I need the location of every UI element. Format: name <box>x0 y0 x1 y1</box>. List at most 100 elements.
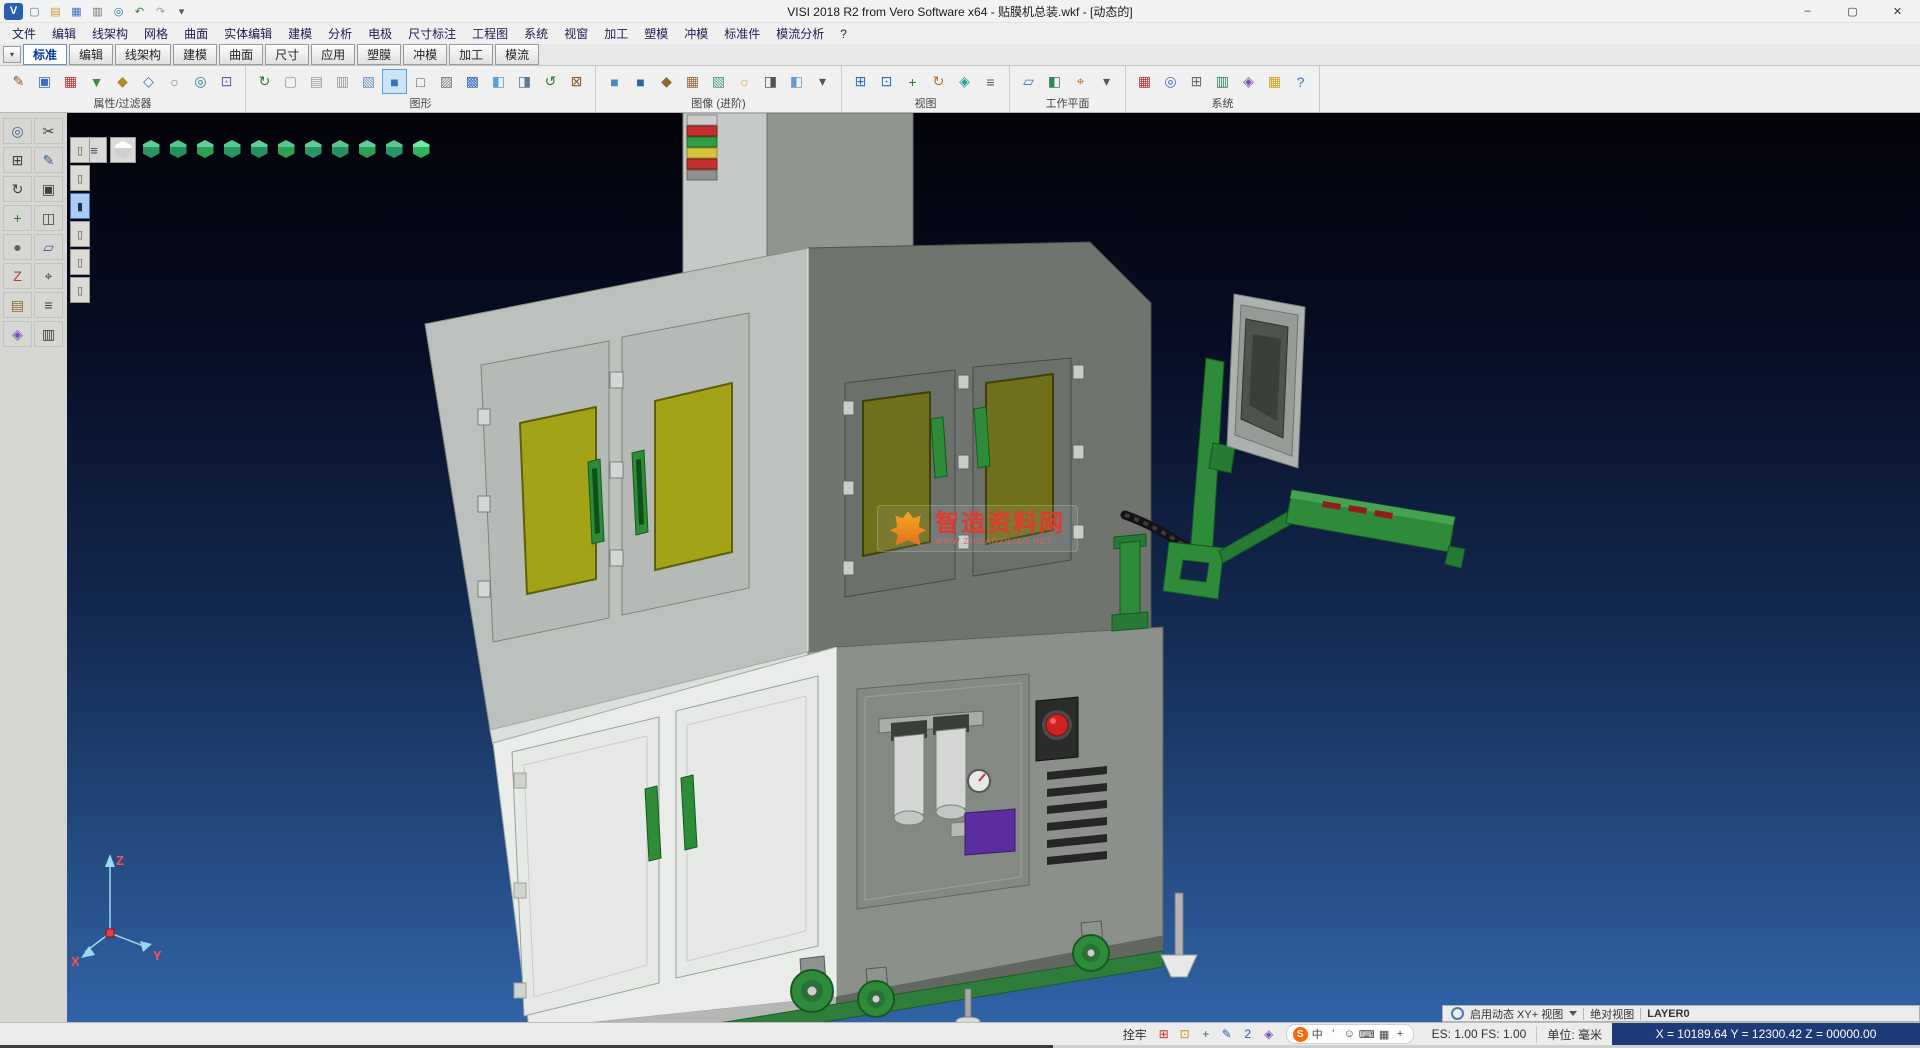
menu-item-18[interactable]: 模流分析 <box>768 23 832 44</box>
viewport-split-2-button[interactable]: ▤ <box>304 69 329 94</box>
section-mode-button[interactable]: ◨ <box>512 69 537 94</box>
workplane-xy-button[interactable]: ▱ <box>1016 69 1041 94</box>
color-table-button[interactable]: ▦ <box>58 69 83 94</box>
snap-settings-button[interactable]: ⊞ <box>1155 1025 1173 1043</box>
menu-item-7[interactable]: 建模 <box>280 23 320 44</box>
background-image-button[interactable]: ▧ <box>706 69 731 94</box>
view-top-button[interactable] <box>274 137 298 161</box>
z-level-tool-button[interactable]: Z <box>3 263 32 289</box>
ime-toolbox-button[interactable]: + <box>1394 1027 1407 1042</box>
maximize-button[interactable]: ▢ <box>1830 0 1875 22</box>
plot-preview-button[interactable]: ◎ <box>109 3 128 20</box>
shadows-button[interactable]: ◨ <box>758 69 783 94</box>
attribute-edit-button[interactable]: ✎ <box>6 69 31 94</box>
menu-item-5[interactable]: 曲面 <box>176 23 216 44</box>
menu-item-14[interactable]: 加工 <box>596 23 636 44</box>
reflections-button[interactable]: ◧ <box>784 69 809 94</box>
ime-lang-button[interactable]: 中 <box>1311 1027 1324 1042</box>
lighting-button[interactable]: ○ <box>732 69 757 94</box>
display-slot-2-button[interactable]: ▯ <box>70 165 90 191</box>
display-slot-6-button[interactable]: ▯ <box>70 277 90 303</box>
view-manager-button[interactable]: ≡ <box>978 69 1003 94</box>
minimize-button[interactable]: – <box>1785 0 1830 22</box>
display-slot-5-button[interactable]: ▯ <box>70 249 90 275</box>
zoom-tool-button[interactable]: ◎ <box>3 118 32 144</box>
system-settings-button[interactable]: ◎ <box>1158 69 1183 94</box>
isometric-view-button[interactable]: ◈ <box>952 69 977 94</box>
ribbon-tab-5[interactable]: 曲面 <box>219 44 263 65</box>
menu-item-10[interactable]: 尺寸标注 <box>400 23 464 44</box>
menu-item-11[interactable]: 工程图 <box>464 23 516 44</box>
menu-item-13[interactable]: 视窗 <box>556 23 596 44</box>
mirror-tool-button[interactable]: ◫ <box>34 205 63 231</box>
shaded-edges-mode-button[interactable]: ▩ <box>460 69 485 94</box>
calculator-button[interactable]: ⊞ <box>1184 69 1209 94</box>
shaded-mode-button[interactable]: ■ <box>382 69 407 94</box>
view-iso-2-button[interactable] <box>328 137 352 161</box>
transparency-mode-button[interactable]: ◧ <box>486 69 511 94</box>
dynamic-view-dropdown[interactable]: 启用动态 XY+ 视图 <box>1470 1006 1563 1022</box>
dynamic-rotate-button[interactable]: ↺ <box>538 69 563 94</box>
workplane-3point-button[interactable]: ⌖ <box>1068 69 1093 94</box>
rotate-tool-button[interactable]: ↻ <box>3 176 32 202</box>
ime-keyboard-button[interactable]: ⌨ <box>1359 1027 1375 1042</box>
edit-mode-button[interactable]: ✎ <box>1218 1025 1236 1043</box>
ribbon-tab-9[interactable]: 冲模 <box>403 44 447 65</box>
redraw-button[interactable]: ↻ <box>252 69 277 94</box>
workplane-list-button[interactable]: ▾ <box>1094 69 1119 94</box>
align-tool-button[interactable]: ≡ <box>34 292 63 318</box>
ribbon-tab-6[interactable]: 尺寸 <box>265 44 309 65</box>
menu-item-2[interactable]: 编辑 <box>44 23 84 44</box>
menu-item-1[interactable]: 文件 <box>4 23 44 44</box>
ime-emoji-button[interactable]: ☺ <box>1343 1027 1356 1042</box>
ribbon-tab-3[interactable]: 线架构 <box>115 44 171 65</box>
view-iso-button[interactable] <box>139 137 163 161</box>
sogou-logo-button[interactable]: S <box>1293 1027 1308 1042</box>
render-flat-button[interactable]: ■ <box>602 69 627 94</box>
filter-surfaces-button[interactable]: ◇ <box>136 69 161 94</box>
snap-grid-tool-button[interactable]: ⊞ <box>3 147 32 173</box>
view-wireframe-button[interactable] <box>110 137 136 163</box>
wireframe-mode-button[interactable]: □ <box>408 69 433 94</box>
menu-item-6[interactable]: 实体编辑 <box>216 23 280 44</box>
redo-button[interactable]: ↷ <box>151 3 170 20</box>
view-front-button[interactable] <box>166 137 190 161</box>
view-iso-3-button[interactable] <box>355 137 379 161</box>
textures-button[interactable]: ▦ <box>680 69 705 94</box>
viewport-3d[interactable]: Z X Y ≡ ▯▯▮▯▯▯ 智造资料网 WWW.ZHIZAOZILIAO.NE… <box>67 113 1920 1022</box>
layer-manager-button[interactable]: ▦ <box>1132 69 1157 94</box>
menu-item-16[interactable]: 冲模 <box>676 23 716 44</box>
view-iso-4-button[interactable] <box>382 137 406 161</box>
copy-tool-button[interactable]: ▣ <box>34 176 63 202</box>
sphere-tool-button[interactable]: ● <box>3 234 32 260</box>
ime-skin-button[interactable]: ▦ <box>1378 1027 1391 1042</box>
lock-label[interactable]: 拴牢 <box>1115 1026 1155 1043</box>
new-file-button[interactable]: ▢ <box>25 3 44 20</box>
ime-punct-button[interactable]: ’ <box>1327 1027 1340 1042</box>
display-slot-1-button[interactable]: ▯ <box>70 137 90 163</box>
visi-logo[interactable]: V <box>4 3 23 20</box>
move-tool-button[interactable]: + <box>3 205 32 231</box>
zoom-in-button[interactable]: ⊞ <box>848 69 873 94</box>
selection-count-button[interactable]: 2 <box>1239 1025 1257 1043</box>
render-options-button[interactable]: ▾ <box>810 69 835 94</box>
menu-item-17[interactable]: 标准件 <box>716 23 768 44</box>
rotate-view-button[interactable]: ↻ <box>926 69 951 94</box>
viewport-split-4-button[interactable]: ▥ <box>330 69 355 94</box>
ribbon-tab-1[interactable]: 标准 <box>23 44 67 65</box>
sketch-tool-button[interactable]: ✎ <box>34 147 63 173</box>
save-file-button[interactable]: ▦ <box>67 3 86 20</box>
ortho-toggle-button[interactable]: + <box>1197 1025 1215 1043</box>
zoom-extents-button[interactable]: ⊠ <box>564 69 589 94</box>
display-slot-4-button[interactable]: ▯ <box>70 221 90 247</box>
ribbon-tab-2[interactable]: 编辑 <box>69 44 113 65</box>
ribbon-tab-10[interactable]: 加工 <box>449 44 493 65</box>
viewport-shaded-button[interactable]: ▧ <box>356 69 381 94</box>
ribbon-tab-11[interactable]: 模流 <box>495 44 539 65</box>
view-right-button[interactable] <box>247 137 271 161</box>
print-button[interactable]: ▥ <box>88 3 107 20</box>
pan-view-button[interactable]: + <box>900 69 925 94</box>
attribute-copy-button[interactable]: ▣ <box>32 69 57 94</box>
filter-funnel-button[interactable]: ▼ <box>84 69 109 94</box>
menu-item-4[interactable]: 网格 <box>136 23 176 44</box>
